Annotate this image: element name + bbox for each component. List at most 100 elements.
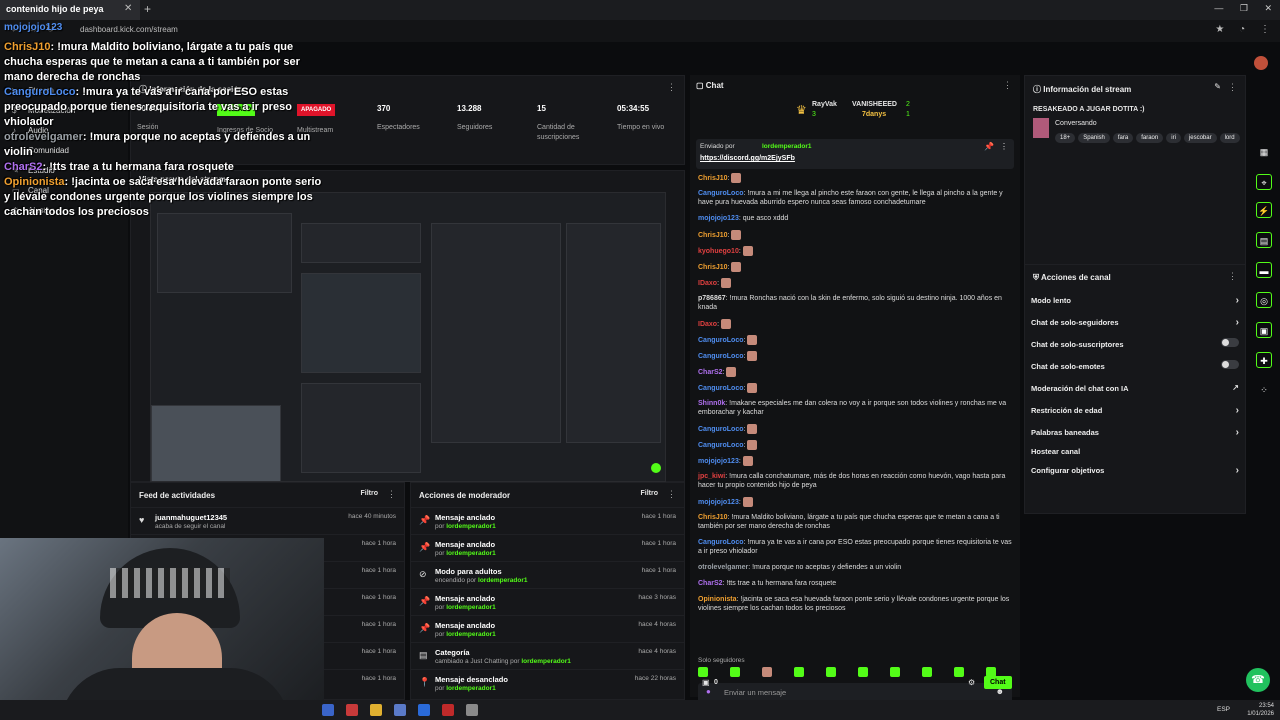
chat-username[interactable]: ChrisJ10 — [698, 232, 728, 239]
mod-user-link[interactable]: lordemperador1 — [446, 631, 496, 638]
edit-icon[interactable]: ✎ — [1214, 82, 1221, 91]
send-chat-button[interactable]: Chat — [984, 676, 1012, 689]
chat-username[interactable]: mojojojo123 — [698, 499, 739, 506]
kebab-menu-icon[interactable]: ⋮ — [1228, 82, 1237, 93]
target-icon[interactable]: ⌖ — [1256, 174, 1272, 190]
action-solo-emotes[interactable]: Chat de solo-emotes — [1031, 360, 1239, 371]
action-hostear[interactable]: Hostear canal — [1031, 447, 1239, 456]
app-icon[interactable] — [466, 704, 478, 716]
emote-image — [742, 456, 753, 466]
kebab-menu-icon[interactable]: ⋮ — [667, 489, 676, 500]
chat-username[interactable]: ChrisJ10 — [698, 264, 728, 271]
close-icon[interactable]: ✕ — [124, 3, 132, 14]
chat-bubble-icon[interactable]: ▬ — [1256, 262, 1272, 278]
kebab-menu-icon[interactable]: ⋮ — [1000, 142, 1008, 151]
action-solo-suscriptores[interactable]: Chat de solo-suscriptores — [1031, 338, 1239, 349]
layout-icon[interactable]: ▦ — [1256, 144, 1272, 160]
gift-icon[interactable]: ▣ — [702, 678, 710, 687]
activity-filter-button[interactable]: Filtro — [361, 490, 379, 497]
chat-username[interactable]: jpc_kiwi — [698, 473, 725, 480]
mod-user-link[interactable]: lordemperador1 — [446, 685, 496, 692]
chat-username[interactable]: IDaxo — [698, 321, 717, 328]
chat-message: IDaxo: — [698, 278, 1012, 288]
apps-icon[interactable]: ⁘ — [1256, 382, 1272, 398]
support-chat-button[interactable]: ☎ — [1246, 668, 1270, 692]
emote-image — [742, 246, 753, 256]
chat-username[interactable]: CanguroLoco — [698, 539, 744, 546]
browser-tab[interactable]: contenido hijo de peya — [0, 0, 140, 20]
minimize-icon[interactable]: — — [1214, 3, 1223, 13]
action-palabras-baneadas[interactable]: Palabras baneadas › — [1031, 427, 1239, 438]
chat-username[interactable]: CanguroLoco — [698, 385, 744, 392]
chat-username[interactable]: CanguroLoco — [698, 353, 744, 360]
app-icon[interactable] — [322, 704, 334, 716]
kebab-menu-icon[interactable]: ⋮ — [1228, 271, 1237, 282]
action-solo-seguidores[interactable]: Chat de solo-seguidores › — [1031, 317, 1239, 328]
mod-user-link[interactable]: lordemperador1 — [521, 658, 571, 665]
kebab-menu-icon[interactable]: ⋮ — [1003, 80, 1012, 91]
browser-tabbar: contenido hijo de peya ✕ + — ❐ ✕ — [0, 0, 1280, 20]
document-icon[interactable]: ▤ — [1256, 232, 1272, 248]
kebab-menu-icon[interactable]: ⋮ — [387, 489, 396, 500]
chat-username[interactable]: CanguroLoco — [698, 442, 744, 449]
menu-icon[interactable]: ⋮ — [1260, 24, 1270, 35]
extension-icon[interactable]: ◔ — [1239, 24, 1245, 35]
chat-username[interactable]: ChrisJ10 — [698, 514, 728, 521]
kebab-menu-icon[interactable]: ⋮ — [667, 82, 676, 93]
action-modo-lento[interactable]: Modo lento › — [1031, 295, 1239, 306]
stat-live-time: 05:34:55 Tiempo en vivo — [617, 104, 665, 131]
pin-icon: 📌 — [419, 596, 431, 606]
chat-message: ChrisJ10: — [698, 230, 1012, 240]
star-icon[interactable]: ★ — [1215, 24, 1224, 35]
mod-user-link[interactable]: lordemperador1 — [446, 550, 496, 557]
stream-preview[interactable] — [150, 192, 666, 482]
chat-username[interactable]: ChrisJ10 — [698, 175, 728, 182]
app-icon[interactable] — [418, 704, 430, 716]
clipboard-icon[interactable]: ▣ — [1256, 322, 1272, 338]
activity-title: Feed de actividades — [139, 491, 216, 500]
pin-icon[interactable]: 📌 — [984, 142, 994, 151]
preview-mini-right — [566, 223, 661, 443]
folder-icon[interactable] — [370, 704, 382, 716]
broadcast-icon[interactable]: ◎ — [1256, 292, 1272, 308]
app-icon[interactable] — [394, 704, 406, 716]
bolt-icon[interactable]: ⚡ — [1256, 202, 1272, 218]
chat-username[interactable]: p786867 — [698, 295, 726, 302]
app-icon[interactable] — [346, 704, 358, 716]
chat-username[interactable]: CanguroLoco — [698, 426, 744, 433]
chat-username[interactable]: mojojojo123 — [698, 458, 739, 465]
chat-username[interactable]: CanguroLoco — [698, 337, 744, 344]
mod-action-row: 📌 Mensaje anclado por lordemperador1 hace 4… — [411, 615, 684, 642]
new-tab-icon[interactable]: + — [144, 2, 151, 16]
chat-username[interactable]: CanguroLoco — [698, 190, 744, 197]
toggle-switch[interactable] — [1221, 360, 1239, 369]
tab-title: contenido hijo de peya — [6, 4, 104, 14]
chat-username[interactable]: IDaxo — [698, 280, 717, 287]
chat-username[interactable]: CharS2 — [698, 580, 723, 587]
chat-username[interactable]: mojojojo123 — [698, 215, 739, 222]
chat-username[interactable]: otrolevelgamer — [698, 564, 748, 571]
channel-actions-panel: ⛨ Acciones de canal ⋮ Modo lento › Chat d… — [1024, 264, 1246, 514]
action-objetivos[interactable]: Configurar objetivos › — [1031, 465, 1239, 476]
chat-username[interactable]: Shinn0k — [698, 400, 725, 407]
chat-username[interactable]: kyohuego10 — [698, 248, 739, 255]
chat-username[interactable]: Opinionista — [698, 596, 737, 603]
action-moderacion-ia[interactable]: Moderación del chat con IA ↗ — [1031, 383, 1239, 393]
close-window-icon[interactable]: ✕ — [1264, 3, 1272, 13]
app-icon[interactable] — [442, 704, 454, 716]
mod-user-link[interactable]: lordemperador1 — [478, 577, 528, 584]
mod-user-link[interactable]: lordemperador1 — [446, 604, 496, 611]
moderator-filter-button[interactable]: Filtro — [641, 490, 659, 497]
pinned-by-user[interactable]: lordemperador1 — [762, 143, 812, 150]
pinned-link[interactable]: https://discord.gg/m2EjySFb — [700, 155, 795, 162]
maximize-icon[interactable]: ❐ — [1240, 3, 1248, 13]
chat-username[interactable]: CharS2 — [698, 369, 723, 376]
url-field[interactable]: dashboard.kick.com/stream — [80, 25, 178, 34]
avatar[interactable] — [1254, 56, 1268, 70]
mod-user-link[interactable]: lordemperador1 — [446, 523, 496, 530]
gear-icon[interactable]: ⚙ — [968, 678, 975, 687]
wrench-icon[interactable]: ✚ — [1256, 352, 1272, 368]
toggle-switch[interactable] — [1221, 338, 1239, 347]
pinned-message[interactable]: Enviado por lordemperador1 https://disco… — [696, 139, 1014, 169]
action-restriccion-edad[interactable]: Restricción de edad › — [1031, 405, 1239, 416]
